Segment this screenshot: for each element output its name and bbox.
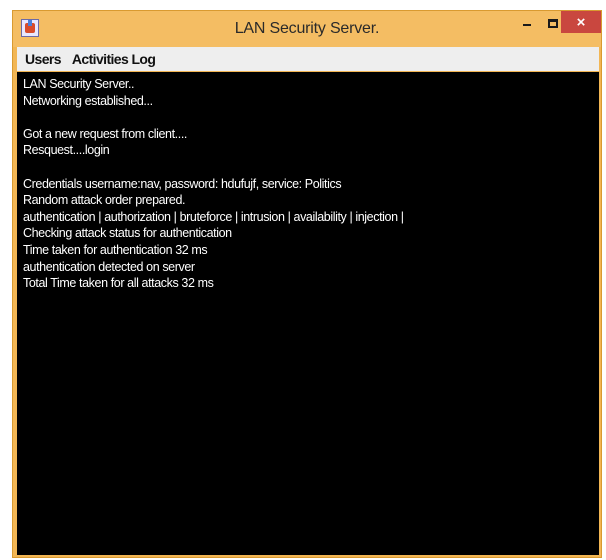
close-icon: × xyxy=(576,13,586,31)
menu-users[interactable]: Users xyxy=(25,51,62,67)
title-bar[interactable]: LAN Security Server. × xyxy=(13,11,601,47)
app-window: LAN Security Server. × Users Activities … xyxy=(12,10,602,558)
window-title: LAN Security Server. xyxy=(234,20,380,37)
menu-activities-log[interactable]: Activities Log xyxy=(72,51,156,67)
minimize-icon xyxy=(523,24,531,26)
console-line: authentication detected on server xyxy=(23,259,195,274)
menu-bar: Users Activities Log xyxy=(17,47,599,71)
console-line: authentication | authorization | brutefo… xyxy=(23,209,404,224)
console-line: Random attack order prepared. xyxy=(23,193,186,208)
console-line: Checking attack status for authenticatio… xyxy=(23,226,232,241)
console-line: Got a new request from client.... xyxy=(23,126,187,141)
minimize-button[interactable] xyxy=(514,11,540,35)
console-line: Resquest....login xyxy=(23,143,110,158)
maximize-icon xyxy=(548,18,558,28)
console-line: Total Time taken for all attacks 32 ms xyxy=(23,276,214,291)
console-line: Credentials username:nav, password: hduf… xyxy=(23,176,342,191)
close-button[interactable]: × xyxy=(561,11,601,33)
console-output[interactable]: LAN Security Server.. Networking establi… xyxy=(17,72,599,555)
console-line: Networking established... xyxy=(23,93,153,108)
console-line: LAN Security Server.. xyxy=(23,77,135,91)
console-line: Time taken for authentication 32 ms xyxy=(23,242,208,257)
